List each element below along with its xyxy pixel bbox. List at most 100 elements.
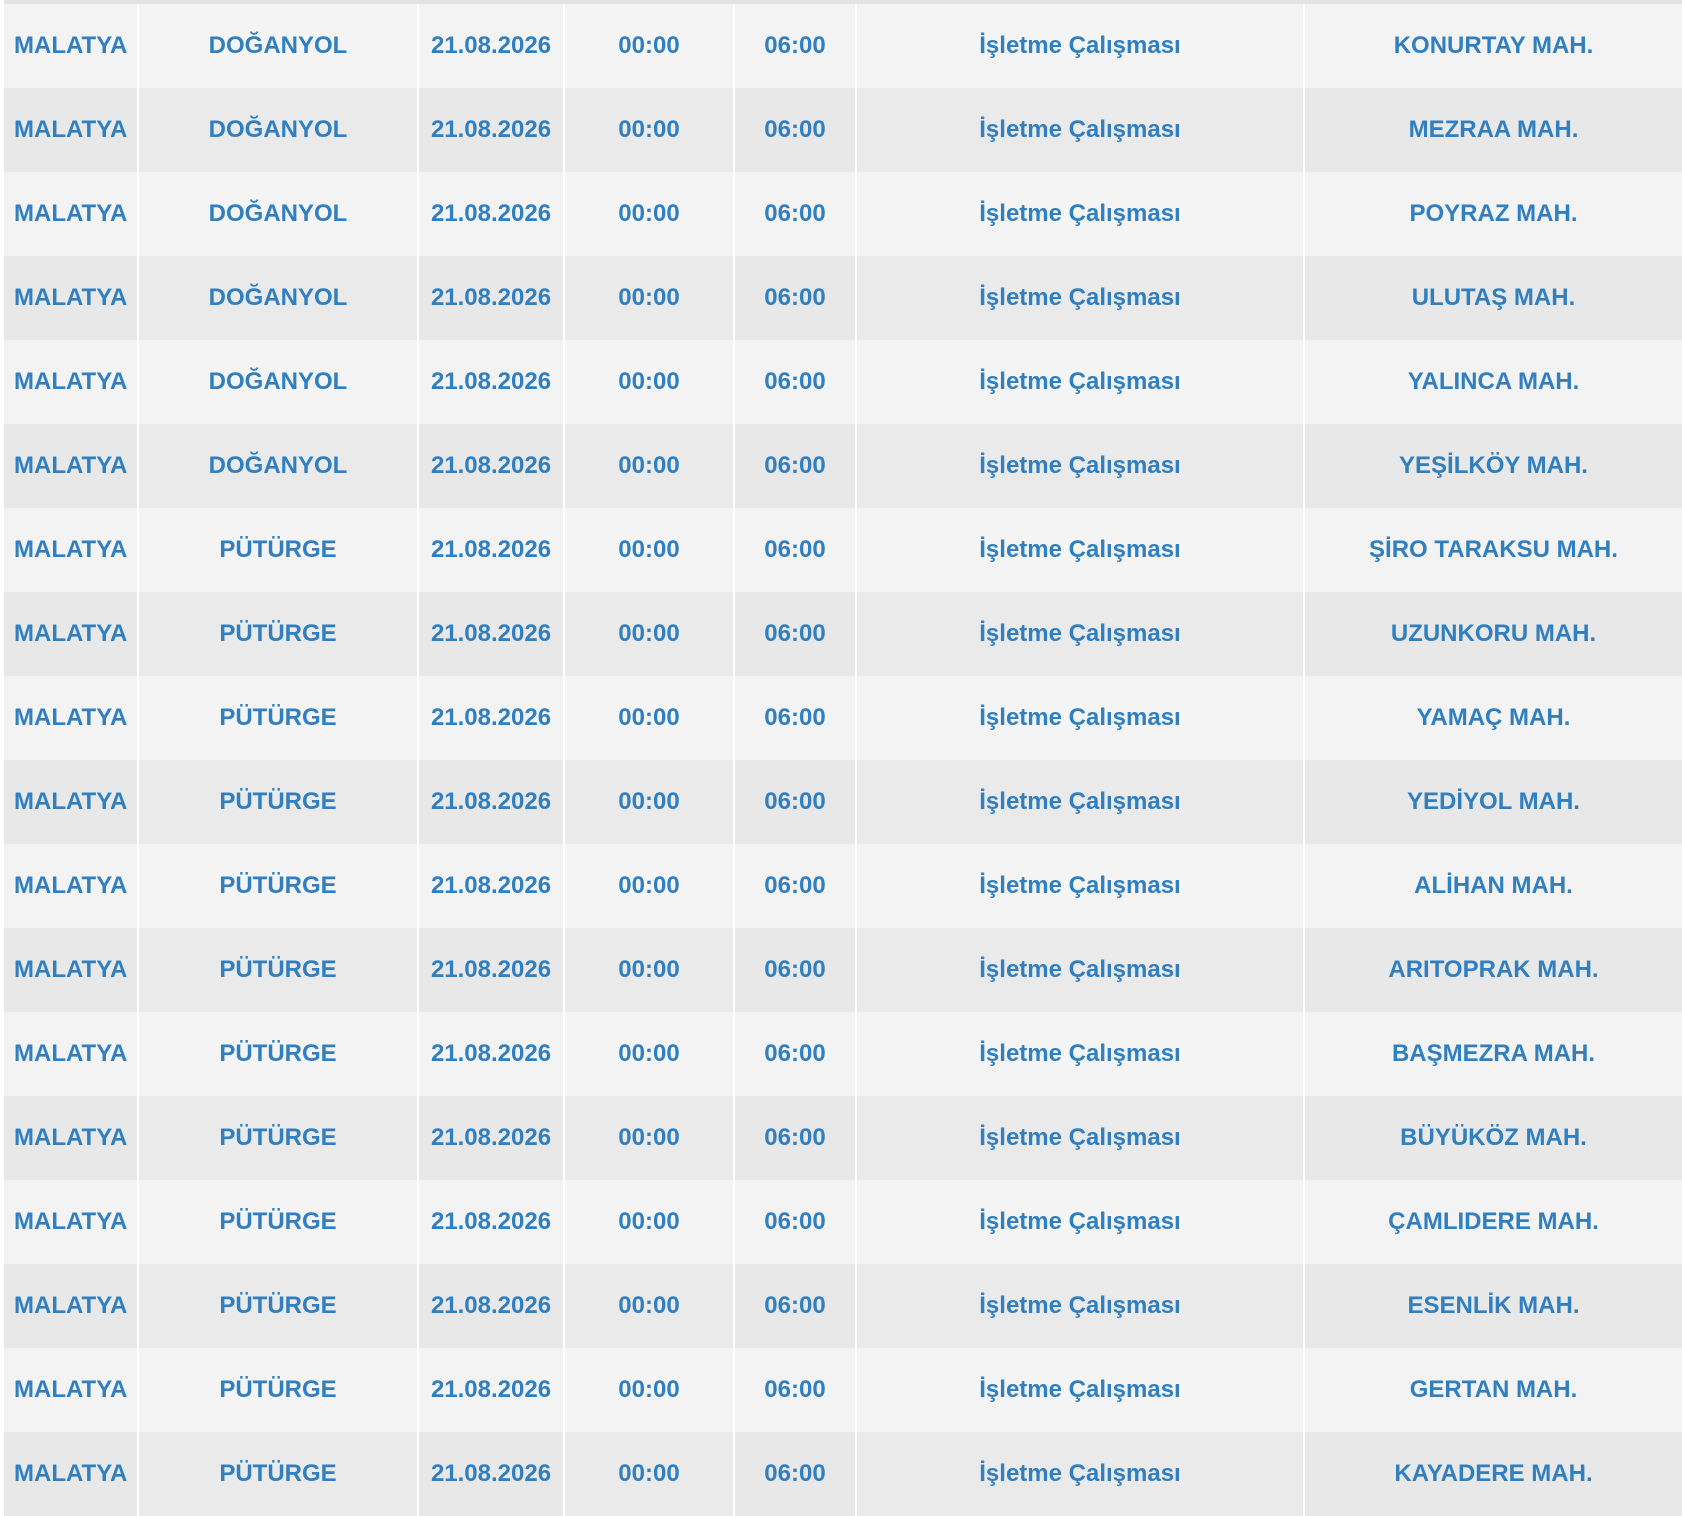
neighborhood-cell: MEZRAA MAH. — [1304, 88, 1682, 172]
date-cell: 21.08.2026 — [418, 844, 565, 928]
table-row: MALATYA PÜTÜRGE 21.08.2026 00:00 06:00 İşletm… — [4, 508, 1682, 592]
table-row: MALATYA DOĞANYOL 21.08.2026 00:00 06:00 İşlet… — [4, 256, 1682, 340]
reason-cell: İşletme Çalışması — [856, 256, 1305, 340]
table-row: MALATYA PÜTÜRGE 21.08.2026 00:00 06:00 İşletm… — [4, 1096, 1682, 1180]
province-cell: MALATYA — [4, 1348, 139, 1432]
end-time-cell: 06:00 — [734, 256, 857, 340]
end-time-cell: 06:00 — [734, 1012, 857, 1096]
end-time-cell: 06:00 — [734, 1348, 857, 1432]
start-time-cell: 00:00 — [564, 1432, 735, 1516]
date-cell: 21.08.2026 — [418, 1096, 565, 1180]
end-time-cell: 06:00 — [734, 88, 857, 172]
province-cell: MALATYA — [4, 172, 139, 256]
start-time-cell: 00:00 — [564, 1096, 735, 1180]
neighborhood-cell: ALİHAN MAH. — [1304, 844, 1682, 928]
reason-cell: İşletme Çalışması — [856, 1180, 1305, 1264]
neighborhood-cell: UZUNKORU MAH. — [1304, 592, 1682, 676]
neighborhood-cell: YAMAÇ MAH. — [1304, 676, 1682, 760]
end-time-cell: 06:00 — [734, 1096, 857, 1180]
province-cell: MALATYA — [4, 1012, 139, 1096]
province-cell: MALATYA — [4, 760, 139, 844]
table-row: MALATYA PÜTÜRGE 21.08.2026 00:00 06:00 İşletm… — [4, 676, 1682, 760]
end-time-cell: 06:00 — [734, 592, 857, 676]
start-time-cell: 00:00 — [564, 592, 735, 676]
district-cell: DOĞANYOL — [138, 88, 419, 172]
district-cell: PÜTÜRGE — [138, 928, 419, 1012]
end-time-cell: 06:00 — [734, 340, 857, 424]
start-time-cell: 00:00 — [564, 1012, 735, 1096]
end-time-cell: 06:00 — [734, 172, 857, 256]
neighborhood-cell: BÜYÜKÖZ MAH. — [1304, 1096, 1682, 1180]
date-cell: 21.08.2026 — [418, 760, 565, 844]
end-time-cell: 06:00 — [734, 844, 857, 928]
district-cell: PÜTÜRGE — [138, 1180, 419, 1264]
neighborhood-cell: YALINCA MAH. — [1304, 340, 1682, 424]
province-cell: MALATYA — [4, 424, 139, 508]
start-time-cell: 00:00 — [564, 508, 735, 592]
end-time-cell: 06:00 — [734, 508, 857, 592]
province-cell: MALATYA — [4, 508, 139, 592]
district-cell: PÜTÜRGE — [138, 1096, 419, 1180]
table-row: MALATYA DOĞANYOL 21.08.2026 00:00 06:00 İşlet… — [4, 4, 1682, 88]
outage-table: MALATYA DOĞANYOL 21.08.2026 00:00 06:00 İşlet… — [4, 4, 1682, 1516]
reason-cell: İşletme Çalışması — [856, 1348, 1305, 1432]
reason-cell: İşletme Çalışması — [856, 4, 1305, 88]
start-time-cell: 00:00 — [564, 760, 735, 844]
district-cell: DOĞANYOL — [138, 256, 419, 340]
start-time-cell: 00:00 — [564, 256, 735, 340]
start-time-cell: 00:00 — [564, 1348, 735, 1432]
reason-cell: İşletme Çalışması — [856, 760, 1305, 844]
district-cell: PÜTÜRGE — [138, 760, 419, 844]
neighborhood-cell: ÇAMLIDERE MAH. — [1304, 1180, 1682, 1264]
reason-cell: İşletme Çalışması — [856, 1096, 1305, 1180]
district-cell: PÜTÜRGE — [138, 1432, 419, 1516]
date-cell: 21.08.2026 — [418, 256, 565, 340]
district-cell: PÜTÜRGE — [138, 844, 419, 928]
neighborhood-cell: POYRAZ MAH. — [1304, 172, 1682, 256]
province-cell: MALATYA — [4, 4, 139, 88]
end-time-cell: 06:00 — [734, 928, 857, 1012]
end-time-cell: 06:00 — [734, 1432, 857, 1516]
neighborhood-cell: ARITOPRAK MAH. — [1304, 928, 1682, 1012]
neighborhood-cell: BAŞMEZRA MAH. — [1304, 1012, 1682, 1096]
province-cell: MALATYA — [4, 1432, 139, 1516]
end-time-cell: 06:00 — [734, 1180, 857, 1264]
province-cell: MALATYA — [4, 1264, 139, 1348]
reason-cell: İşletme Çalışması — [856, 592, 1305, 676]
date-cell: 21.08.2026 — [418, 1180, 565, 1264]
end-time-cell: 06:00 — [734, 424, 857, 508]
table-row: MALATYA PÜTÜRGE 21.08.2026 00:00 06:00 İşletm… — [4, 1180, 1682, 1264]
neighborhood-cell: YEDİYOL MAH. — [1304, 760, 1682, 844]
table-row: MALATYA PÜTÜRGE 21.08.2026 00:00 06:00 İşletm… — [4, 760, 1682, 844]
district-cell: PÜTÜRGE — [138, 1348, 419, 1432]
table-row: MALATYA DOĞANYOL 21.08.2026 00:00 06:00 İşlet… — [4, 340, 1682, 424]
reason-cell: İşletme Çalışması — [856, 424, 1305, 508]
neighborhood-cell: GERTAN MAH. — [1304, 1348, 1682, 1432]
outage-table-body: MALATYA DOĞANYOL 21.08.2026 00:00 06:00 İşlet… — [4, 4, 1682, 1516]
reason-cell: İşletme Çalışması — [856, 508, 1305, 592]
reason-cell: İşletme Çalışması — [856, 1432, 1305, 1516]
date-cell: 21.08.2026 — [418, 1348, 565, 1432]
province-cell: MALATYA — [4, 340, 139, 424]
date-cell: 21.08.2026 — [418, 1432, 565, 1516]
start-time-cell: 00:00 — [564, 424, 735, 508]
reason-cell: İşletme Çalışması — [856, 844, 1305, 928]
neighborhood-cell: ŞİRO TARAKSU MAH. — [1304, 508, 1682, 592]
table-row: MALATYA DOĞANYOL 21.08.2026 00:00 06:00 İşlet… — [4, 424, 1682, 508]
table-row: MALATYA PÜTÜRGE 21.08.2026 00:00 06:00 İşletm… — [4, 1348, 1682, 1432]
start-time-cell: 00:00 — [564, 4, 735, 88]
start-time-cell: 00:00 — [564, 340, 735, 424]
end-time-cell: 06:00 — [734, 4, 857, 88]
reason-cell: İşletme Çalışması — [856, 340, 1305, 424]
date-cell: 21.08.2026 — [418, 1264, 565, 1348]
province-cell: MALATYA — [4, 844, 139, 928]
reason-cell: İşletme Çalışması — [856, 1264, 1305, 1348]
district-cell: PÜTÜRGE — [138, 1264, 419, 1348]
table-row: MALATYA PÜTÜRGE 21.08.2026 00:00 06:00 İşletm… — [4, 592, 1682, 676]
province-cell: MALATYA — [4, 676, 139, 760]
date-cell: 21.08.2026 — [418, 4, 565, 88]
province-cell: MALATYA — [4, 256, 139, 340]
reason-cell: İşletme Çalışması — [856, 88, 1305, 172]
table-row: MALATYA PÜTÜRGE 21.08.2026 00:00 06:00 İşletm… — [4, 844, 1682, 928]
neighborhood-cell: KAYADERE MAH. — [1304, 1432, 1682, 1516]
